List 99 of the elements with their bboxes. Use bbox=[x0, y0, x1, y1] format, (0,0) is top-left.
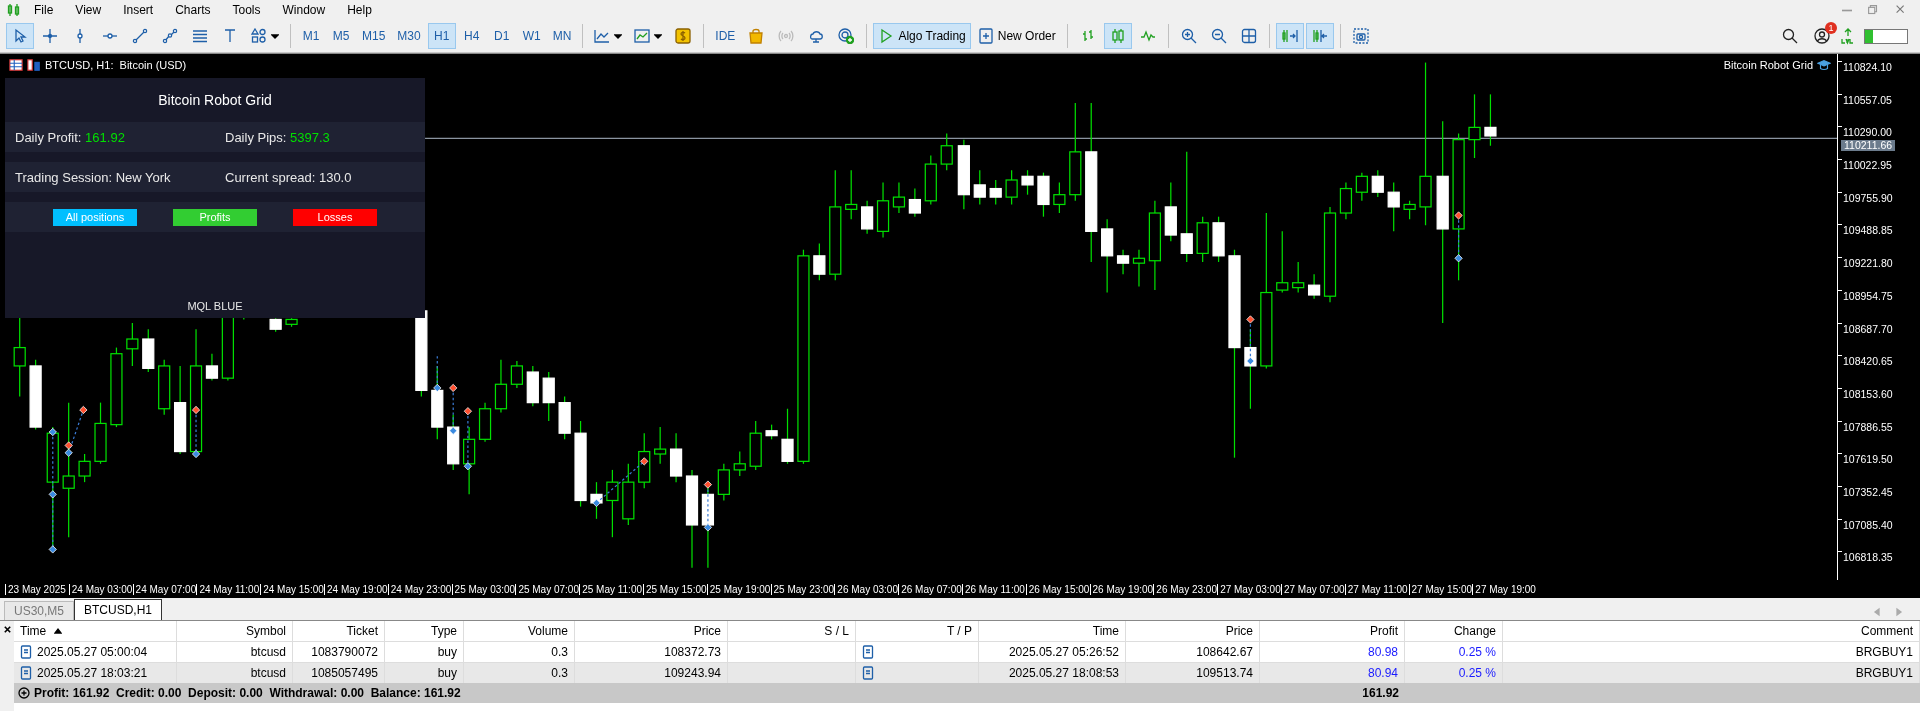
table-cell: 0.25 % bbox=[1458, 666, 1496, 680]
menu-item[interactable]: File bbox=[24, 1, 64, 19]
stat-text: Current spread: 130.0 bbox=[225, 169, 353, 185]
table-cell: 109243.94 bbox=[664, 666, 721, 680]
time-label: 26 May 11:00 bbox=[961, 583, 1026, 595]
table-cell: 109513.74 bbox=[1196, 666, 1253, 680]
timeframe-button[interactable]: W1 bbox=[517, 23, 546, 49]
table-cell: 80.94 bbox=[1367, 666, 1398, 680]
stat-text: Daily Profit: 161.92 bbox=[15, 129, 126, 145]
timeframe-button[interactable]: M15 bbox=[357, 23, 391, 49]
time-label: 25 May 23:00 bbox=[770, 583, 835, 595]
time-label: 23 May 2025 bbox=[5, 583, 69, 595]
table-cell: 2025.05.27 18:03:21 bbox=[37, 666, 148, 680]
table-cell: 0.3 bbox=[551, 666, 568, 680]
filter-button[interactable]: Losses bbox=[293, 208, 377, 226]
chart-tab[interactable]: BTCUSD,H1 bbox=[74, 599, 163, 620]
time-label: 26 May 07:00 bbox=[898, 583, 962, 595]
stat-value: 161.92 bbox=[85, 129, 125, 145]
price-label: 108954.75 bbox=[1838, 289, 1920, 323]
timeframe-button[interactable]: M5 bbox=[327, 23, 355, 49]
timeframe-button[interactable]: D1 bbox=[487, 23, 516, 49]
price-label: 110824.10 bbox=[1838, 61, 1920, 94]
profit-total: 161.92 bbox=[1361, 685, 1400, 702]
price-label: 108420.65 bbox=[1838, 355, 1920, 388]
stat-value: 5397.3 bbox=[290, 129, 330, 145]
price-label: 106818.35 bbox=[1838, 551, 1920, 584]
timeframe-button[interactable]: H1 bbox=[427, 23, 456, 49]
price-label: 107085.40 bbox=[1838, 518, 1920, 552]
time-label: 27 May 03:00 bbox=[1217, 583, 1281, 595]
price-label: 110022.95 bbox=[1838, 159, 1920, 192]
time-label: 25 May 11:00 bbox=[579, 583, 643, 595]
time-label: 24 May 23:00 bbox=[387, 583, 452, 595]
timeframe-button[interactable]: M1 bbox=[297, 23, 325, 49]
chart-tab[interactable]: US30,M5 bbox=[4, 601, 75, 620]
time-label: 25 May 15:00 bbox=[642, 583, 707, 595]
menu-item[interactable]: Window bbox=[272, 1, 336, 19]
time-label: 26 May 23:00 bbox=[1153, 583, 1218, 595]
price-label: 108153.60 bbox=[1838, 387, 1920, 421]
menu-item[interactable]: Insert bbox=[113, 1, 164, 19]
table-cell: btcusd bbox=[250, 645, 286, 659]
panel-footer: MQL BLUE bbox=[5, 300, 425, 312]
table-cell: 2025.05.27 05:26:52 bbox=[1008, 645, 1119, 659]
menu-item[interactable]: View bbox=[65, 1, 112, 19]
time-label: 25 May 07:00 bbox=[515, 583, 580, 595]
time-label: 27 May 11:00 bbox=[1344, 583, 1409, 595]
menu-item[interactable]: Help bbox=[337, 1, 382, 19]
expert-name: Bitcoin Robot Grid bbox=[1723, 59, 1813, 71]
current-price-badge: 110211.66 bbox=[1841, 140, 1896, 151]
notification-badge: 1 bbox=[1825, 22, 1837, 34]
table-cell: 2025.05.27 18:08:53 bbox=[1008, 666, 1119, 680]
table-cell: buy bbox=[437, 666, 457, 680]
table-cell: 1085057495 bbox=[311, 666, 378, 680]
menu-item[interactable]: Tools bbox=[222, 1, 271, 19]
table-cell: 0.25 % bbox=[1458, 645, 1496, 659]
price-label: 110557.05 bbox=[1838, 93, 1920, 127]
account-summary: Profit: 161.92 Credit: 0.00 Deposit: 0.00 Withdrawal: 0.00 Balance: 161.92 bbox=[34, 686, 461, 700]
table-cell: BRGBUY1 bbox=[1855, 666, 1913, 680]
time-label: 26 May 19:00 bbox=[1089, 583, 1154, 595]
time-label: 25 May 03:00 bbox=[451, 583, 516, 595]
price-label: 109755.90 bbox=[1838, 191, 1920, 225]
table-cell: 108372.73 bbox=[664, 645, 721, 659]
table-cell: 2025.05.27 05:00:04 bbox=[37, 645, 148, 659]
price-label: 109221.80 bbox=[1838, 257, 1920, 290]
price-label: 107619.50 bbox=[1838, 453, 1920, 486]
timeframe-button[interactable]: MN bbox=[547, 23, 577, 49]
new-order-button[interactable]: New Order bbox=[972, 23, 1061, 49]
table-cell: 108642.67 bbox=[1196, 645, 1253, 659]
time-label: 27 May 07:00 bbox=[1280, 583, 1345, 595]
time-label: 24 May 19:00 bbox=[324, 583, 388, 595]
stat-text: Trading Session: New York bbox=[15, 169, 172, 185]
time-label: 25 May 19:00 bbox=[706, 583, 771, 595]
table-cell: BRGBUY1 bbox=[1855, 645, 1913, 659]
table-cell: 0.3 bbox=[551, 645, 568, 659]
panel-title: Bitcoin Robot Grid bbox=[157, 91, 273, 110]
table-cell: 1083790072 bbox=[311, 645, 378, 659]
time-label: 24 May 15:00 bbox=[260, 583, 324, 595]
time-label: 24 May 11:00 bbox=[196, 583, 261, 595]
table-row[interactable]: 2025.05.27 18:03:21 btcusd 1085057495 buy 0.3 109243.94 2025.05.27 18:08:53 109513.74 80.94 0.25 % BRGBUY1 bbox=[14, 662, 1920, 683]
ide-button[interactable]: IDE bbox=[710, 23, 741, 49]
timeframe-button[interactable]: H4 bbox=[457, 23, 486, 49]
time-label: 26 May 03:00 bbox=[834, 583, 899, 595]
chart-title: BTCUSD, H1: Bitcoin (USD) bbox=[45, 59, 187, 71]
table-cell: 80.98 bbox=[1367, 645, 1398, 659]
stat-text: Daily Pips: 5397.3 bbox=[225, 129, 331, 145]
table-row[interactable]: 2025.05.27 05:00:04 btcusd 1083790072 buy 0.3 108372.73 2025.05.27 05:26:52 108642.67 80.98 0.25 % BRGBUY1 bbox=[14, 641, 1920, 662]
time-label: 24 May 03:00 bbox=[68, 583, 133, 595]
table-cell: btcusd bbox=[250, 666, 286, 680]
time-label: 24 May 07:00 bbox=[132, 583, 197, 595]
price-label: 109488.85 bbox=[1838, 224, 1920, 258]
menu-item[interactable]: Charts bbox=[165, 1, 221, 19]
price-label: 108687.70 bbox=[1838, 322, 1920, 356]
time-label: 26 May 15:00 bbox=[1025, 583, 1090, 595]
price-label: 107886.55 bbox=[1838, 420, 1920, 454]
time-label: 27 May 19:00 bbox=[1472, 583, 1537, 595]
price-label: 107352.45 bbox=[1838, 485, 1920, 519]
algo-trading-button[interactable]: Algo Trading bbox=[873, 23, 971, 49]
timeframe-button[interactable]: M30 bbox=[392, 23, 426, 49]
time-label: 27 May 15:00 bbox=[1408, 583, 1473, 595]
table-cell: buy bbox=[437, 645, 457, 659]
